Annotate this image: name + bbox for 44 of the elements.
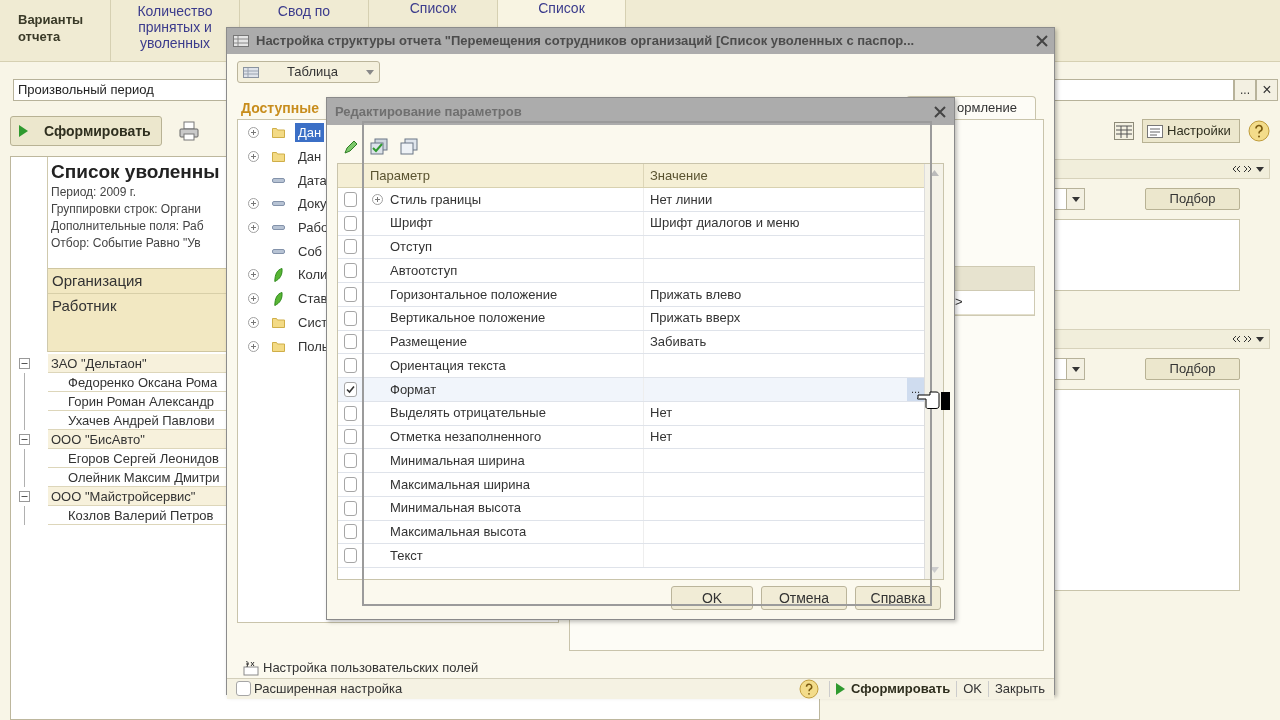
tree-item-label: Сист: [297, 313, 329, 332]
param-name: Минимальная высота: [390, 499, 521, 518]
param-name: Автоотступ: [390, 261, 458, 280]
section-label: Доступные: [241, 100, 319, 116]
param-name: Вертикальное положение: [390, 309, 546, 328]
row-marker: >: [955, 293, 963, 311]
tree-item-label: Дан: [295, 123, 325, 143]
param-name: Стиль границы: [390, 190, 481, 209]
param-name: Отступ: [390, 238, 433, 257]
tree-item-label: Доку: [297, 195, 328, 214]
param-value: Забивать: [650, 333, 707, 352]
param-name: Максимальная ширина: [390, 475, 530, 494]
column-header: Работник: [52, 297, 117, 314]
param-name: Шрифт: [390, 214, 433, 233]
report-info-line: Период: 2009 г.: [51, 184, 137, 201]
tree-item-label: Дата: [297, 171, 328, 190]
param-name: Выделять отрицательные: [390, 404, 546, 423]
tree-item-label: Дан: [297, 148, 323, 167]
param-name: Горизонтальное положение: [390, 285, 558, 304]
report-variants-label: Варианты отчета: [17, 11, 85, 46]
param-value: Прижать вверх: [650, 309, 741, 328]
checkbox-label: Расширенная настройка: [254, 679, 403, 698]
dialog-title: Настройка структуры отчета "Перемещения сотрудников организаций [Список уволенных с паспор...: [256, 32, 916, 51]
report-info-line: Дополнительные поля: Раб: [51, 218, 204, 235]
tree-item-label: Коли: [297, 266, 329, 285]
param-name: Отметка незаполненного: [390, 428, 542, 447]
tree-item-label: Став: [297, 290, 329, 309]
param-value: Нет: [650, 404, 673, 423]
dialog-title: Редактирование параметров: [335, 102, 523, 121]
column-header: Организация: [52, 272, 143, 289]
param-name: Максимальная высота: [390, 523, 527, 542]
param-value: Прижать влево: [650, 285, 742, 304]
param-value: Шрифт диалогов и меню: [650, 214, 800, 233]
param-name: Минимальная ширина: [390, 451, 525, 470]
param-name: Ориентация текста: [390, 356, 506, 375]
tree-item-label: Соб: [297, 242, 324, 261]
param-value: Нет: [650, 428, 673, 447]
param-name: Текст: [390, 546, 423, 565]
param-value: Нет линии: [650, 190, 713, 209]
param-name: Формат: [390, 380, 437, 399]
param-name: Размещение: [390, 333, 467, 352]
report-info-line: Отбор: Событие Равно "Ув: [51, 235, 201, 252]
report-title: Список уволенны: [51, 160, 220, 184]
report-info-line: Группировки строк: Органи: [51, 201, 201, 218]
